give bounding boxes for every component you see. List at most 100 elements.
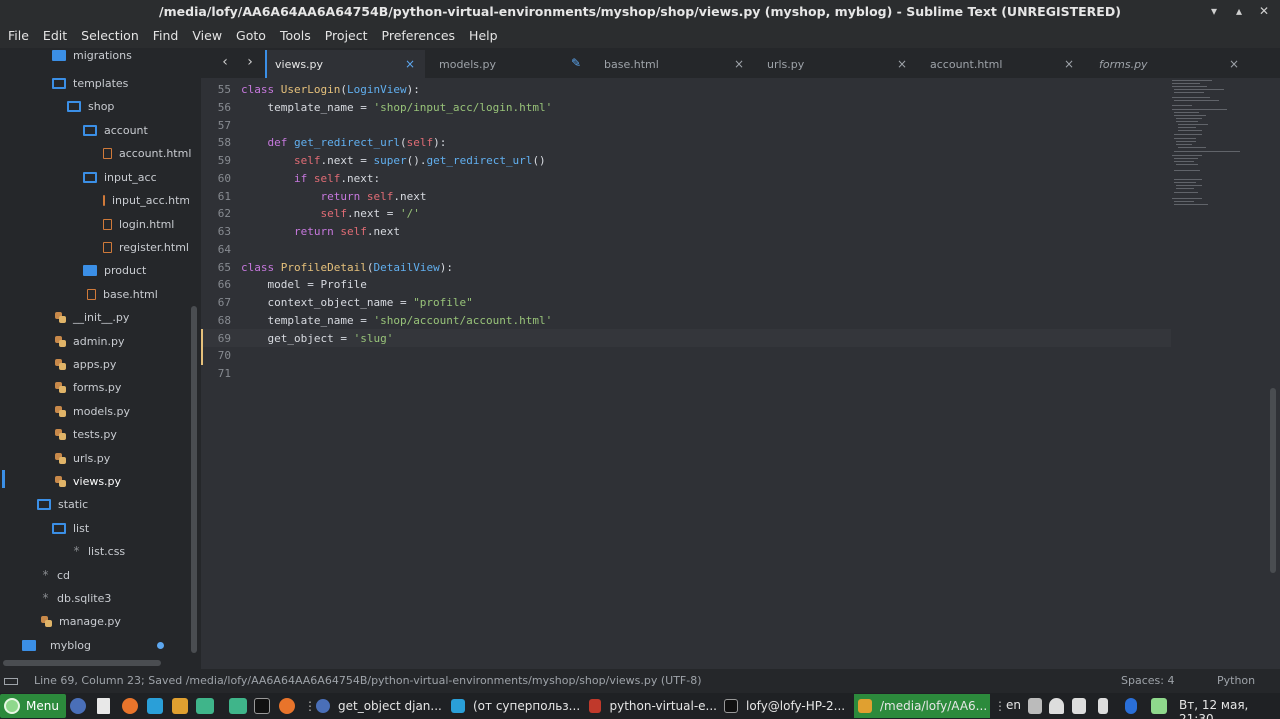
chromium-launcher-icon[interactable] (70, 698, 86, 714)
panel-toggle-icon[interactable] (4, 678, 18, 685)
tab-base-html[interactable]: base.html × (594, 50, 754, 78)
terminal-launcher-icon[interactable] (254, 698, 270, 714)
modified-pencil-icon[interactable]: ✎ (571, 56, 581, 70)
code-line[interactable]: context_object_name = "profile" (241, 294, 472, 312)
tab-models-py[interactable]: models.py ✎ (429, 50, 589, 78)
taskbar-window-chrome[interactable]: get_object djan... (312, 694, 442, 718)
syntax-selector[interactable]: Python (1217, 674, 1255, 687)
firefox-launcher-icon[interactable] (122, 698, 138, 714)
tab-urls-py[interactable]: urls.py × (757, 50, 917, 78)
taskbar-window-terminal[interactable]: lofy@lofy-HP-2... (720, 694, 850, 718)
sidebar-vertical-scrollbar[interactable] (191, 306, 197, 653)
taskbar-window-telegram[interactable]: (от суперпольз... (447, 694, 581, 718)
tree-file-models-py[interactable]: models.py (55, 400, 130, 422)
minimize-button[interactable]: ▾ (1206, 3, 1222, 19)
tree-file-manage-py[interactable]: manage.py (41, 610, 121, 632)
tree-file-db-sqlite3[interactable]: * db.sqlite3 (41, 587, 112, 609)
code-line[interactable]: return self.next (241, 223, 400, 241)
tab-account-html[interactable]: account.html × (920, 50, 1084, 78)
menu-goto[interactable]: Goto (229, 24, 273, 48)
menu-file[interactable]: File (0, 24, 36, 48)
taskbar-window-files[interactable]: python-virtual-e... (585, 694, 717, 718)
tab-views-py[interactable]: views.py × (265, 50, 425, 78)
tree-file-register-html[interactable]: register.html (103, 236, 189, 258)
keyboard-layout-indicator[interactable]: en (1006, 698, 1021, 712)
bluetooth-icon[interactable] (1125, 698, 1137, 714)
menu-selection[interactable]: Selection (74, 24, 146, 48)
menu-project[interactable]: Project (318, 24, 375, 48)
files-launcher-icon[interactable] (196, 698, 214, 714)
menu-preferences[interactable]: Preferences (375, 24, 463, 48)
tree-file-admin-py[interactable]: admin.py (55, 330, 124, 352)
editor-vertical-scrollbar[interactable] (1270, 388, 1276, 573)
close-button[interactable]: ✕ (1256, 3, 1272, 19)
tree-folder-myblog[interactable]: myblog (22, 634, 91, 656)
tab-close-icon[interactable]: × (405, 57, 415, 71)
code-line[interactable]: class UserLogin(LoginView): (241, 81, 420, 99)
tree-folder-static[interactable]: static (37, 493, 88, 515)
tree-file-views-py[interactable]: views.py (55, 470, 121, 492)
tree-folder-migrations[interactable]: migrations (52, 48, 132, 62)
code-line[interactable]: class ProfileDetail(DetailView): (241, 259, 453, 277)
code-line[interactable]: self.next = '/' (241, 205, 419, 223)
code-line[interactable]: template_name = 'shop/account/account.ht… (241, 312, 552, 330)
tab-close-icon[interactable]: × (897, 57, 907, 71)
telegram-launcher-icon[interactable] (147, 698, 163, 714)
tree-file-cd[interactable]: * cd (41, 564, 71, 586)
tree-file-tests-py[interactable]: tests.py (55, 423, 117, 445)
menu-view[interactable]: View (185, 24, 229, 48)
tab-close-icon[interactable]: × (734, 57, 744, 71)
tree-folder-list[interactable]: list (52, 517, 89, 539)
tree-folder-account[interactable]: account (83, 119, 148, 141)
volume-icon[interactable] (1072, 698, 1086, 714)
code-line[interactable]: model = Profile (241, 276, 366, 294)
firefox-launcher-icon-2[interactable] (279, 698, 295, 714)
tab-bar: ‹ › views.py × models.py ✎ base.html × u… (201, 48, 1280, 78)
menu-find[interactable]: Find (146, 24, 186, 48)
tree-folder-product[interactable]: product (83, 259, 146, 281)
minimap[interactable] (1170, 78, 1270, 218)
tree-file-login-html[interactable]: login.html (103, 213, 174, 235)
tree-file-account-html[interactable]: account.html (103, 142, 191, 164)
tree-file-input-acc-html[interactable]: input_acc.htm (103, 189, 189, 211)
tab-forward-arrow-icon[interactable]: › (242, 54, 258, 70)
tree-file-forms-py[interactable]: forms.py (55, 376, 121, 398)
menu-edit[interactable]: Edit (36, 24, 74, 48)
folder-launcher-icon[interactable] (229, 698, 247, 714)
battery-icon[interactable] (1098, 698, 1108, 714)
code-line[interactable]: get_object = 'slug' (241, 330, 393, 348)
generic-file-icon: * (42, 567, 49, 582)
tree-file-base-html[interactable]: base.html (87, 283, 158, 305)
maximize-button[interactable]: ▴ (1231, 3, 1247, 19)
network-icon[interactable] (1049, 698, 1064, 714)
tab-close-icon[interactable]: × (1229, 57, 1239, 71)
tree-folder-input-acc[interactable]: input_acc (83, 166, 157, 188)
printer-icon[interactable] (1028, 698, 1042, 714)
menu-tools[interactable]: Tools (273, 24, 318, 48)
update-manager-icon[interactable] (1151, 698, 1167, 714)
taskbar-window-sublime[interactable]: /media/lofy/AA6... (854, 694, 990, 718)
sublime-launcher-icon[interactable] (172, 698, 188, 714)
clock[interactable]: Вт, 12 мая, 21:30 (1179, 698, 1280, 719)
tree-file-init-py[interactable]: __init__.py (55, 306, 129, 328)
sidebar-horizontal-scrollbar[interactable] (3, 660, 161, 666)
tree-file-apps-py[interactable]: apps.py (55, 353, 116, 375)
tab-close-icon[interactable]: × (1064, 57, 1074, 71)
tree-folder-templates[interactable]: templates (52, 72, 128, 94)
code-editor[interactable]: 55 56 57 58 59 60 61 62 63 64 65 66 67 68 69 70 71 class… (201, 78, 1280, 669)
start-menu-button[interactable]: Menu (0, 694, 66, 718)
tab-back-arrow-icon[interactable]: ‹ (217, 54, 233, 70)
tree-file-list-css[interactable]: * list.css (72, 540, 126, 562)
code-line[interactable]: return self.next (241, 188, 426, 206)
indentation-setting[interactable]: Spaces: 4 (1121, 674, 1174, 687)
status-message: Line 69, Column 23; Saved /media/lofy/AA… (34, 674, 702, 687)
text-editor-launcher-icon[interactable] (97, 698, 110, 714)
tree-file-urls-py[interactable]: urls.py (55, 447, 110, 469)
tab-forms-py[interactable]: forms.py × (1089, 50, 1249, 78)
code-line[interactable]: template_name = 'shop/input_acc/login.ht… (241, 99, 552, 117)
tree-folder-shop[interactable]: shop (67, 95, 114, 117)
code-line[interactable]: self.next = super().get_redirect_url() (241, 152, 546, 170)
code-line[interactable]: if self.next: (241, 170, 380, 188)
code-line[interactable]: def get_redirect_url(self): (241, 134, 447, 152)
menu-help[interactable]: Help (462, 24, 505, 48)
